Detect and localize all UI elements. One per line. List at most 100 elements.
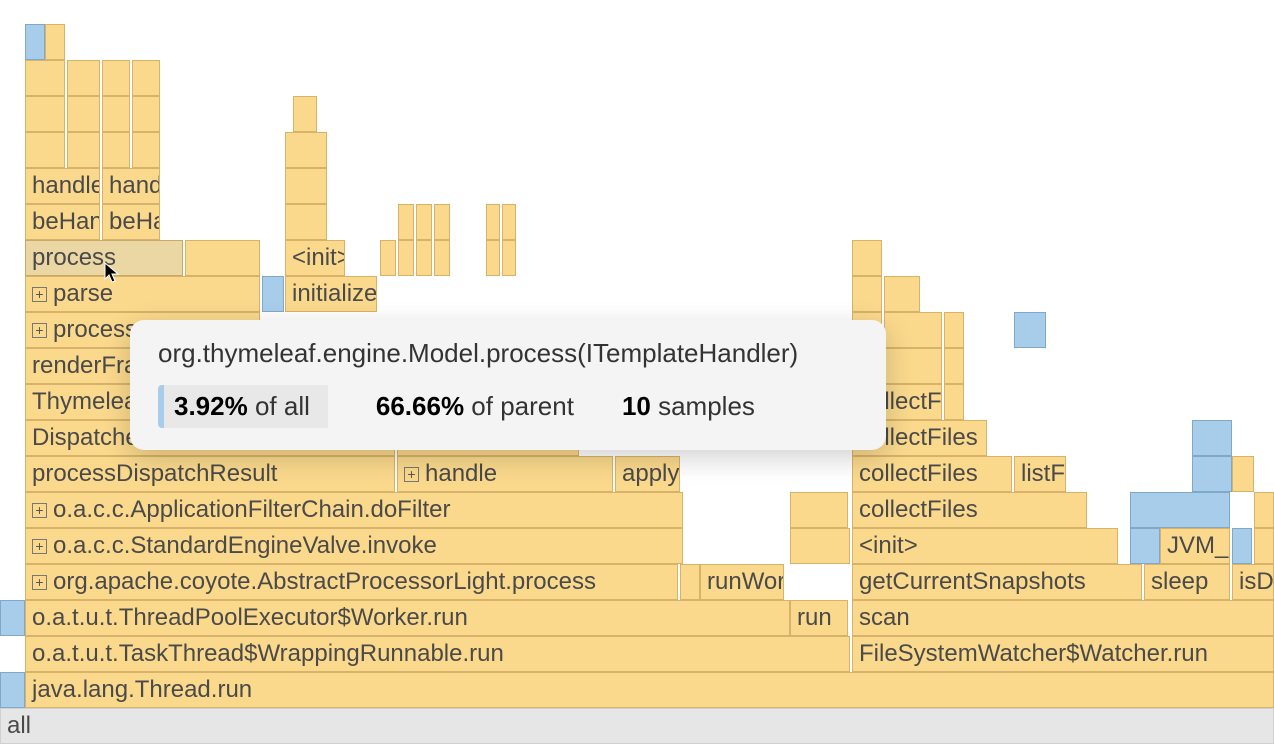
flame-frame[interactable] (1192, 456, 1232, 492)
flame-frame[interactable]: sleep (1144, 564, 1230, 600)
flame-frame[interactable] (1130, 528, 1160, 564)
flame-frame[interactable]: <init> (852, 528, 1118, 564)
flame-frame[interactable] (680, 564, 700, 600)
flame-frame[interactable]: getCurrentSnapshots (852, 564, 1142, 600)
frame-label: handle (109, 172, 160, 199)
frame-label: initializeFor (292, 280, 377, 307)
flame-frame[interactable] (944, 312, 964, 348)
frame-label: parse (53, 280, 113, 307)
flame-frame[interactable]: scan (852, 600, 1274, 636)
frame-label: applyDef (622, 460, 680, 487)
flame-frame[interactable]: java.lang.Thread.run (25, 672, 1274, 708)
flame-frame[interactable]: + parse (25, 276, 260, 312)
flame-frame[interactable] (1014, 312, 1046, 348)
frame-label: collectFiles (859, 460, 978, 487)
flame-frame[interactable] (1192, 420, 1232, 456)
flame-frame[interactable]: isDifferent (1232, 564, 1274, 600)
flame-frame[interactable] (0, 600, 25, 636)
flame-frame[interactable] (285, 168, 327, 204)
flame-frame[interactable]: applyDef (615, 456, 680, 492)
expand-icon[interactable]: + (32, 575, 47, 590)
flame-frame[interactable] (884, 276, 920, 312)
flame-frame[interactable]: + handle (397, 456, 613, 492)
flame-frame[interactable]: JVM_Sleep (1160, 528, 1230, 564)
flame-frame[interactable] (790, 528, 850, 564)
flame-frame[interactable]: <init> (285, 240, 345, 276)
flame-frame[interactable] (132, 132, 160, 168)
flame-frame[interactable]: o.a.t.u.t.ThreadPoolExecutor$Worker.run (25, 600, 790, 636)
flame-frame[interactable] (944, 384, 964, 420)
flame-frame[interactable]: beHandled (25, 204, 100, 240)
flame-frame[interactable] (790, 492, 848, 528)
flame-frame[interactable]: collectFiles (852, 456, 1012, 492)
frame-label: FileSystemWatcher$Watcher.run (859, 640, 1208, 667)
expand-icon[interactable]: + (404, 467, 419, 482)
frame-label: handle (425, 460, 497, 487)
frame-label: listFiles (1021, 460, 1066, 487)
flame-frame[interactable]: all (0, 708, 1274, 744)
flame-frame[interactable]: run (790, 600, 848, 636)
tooltip-percent-all: 3.92% of all (158, 385, 328, 428)
flame-frame[interactable] (102, 60, 130, 96)
flame-frame[interactable] (102, 96, 130, 132)
flame-frame[interactable] (1254, 492, 1274, 528)
flame-frame[interactable]: o.a.t.u.t.TaskThread$WrappingRunnable.ru… (25, 636, 850, 672)
flame-frame[interactable] (1254, 528, 1274, 564)
flame-frame[interactable] (944, 348, 964, 384)
flame-frame[interactable] (25, 24, 45, 60)
flame-frame[interactable] (0, 672, 25, 708)
flame-frame[interactable]: handle (102, 168, 160, 204)
flame-frame[interactable] (398, 204, 414, 240)
expand-icon[interactable]: + (32, 539, 47, 554)
flame-frame[interactable]: collectFiles (852, 492, 1087, 528)
flame-frame[interactable]: process (25, 240, 183, 276)
flame-frame[interactable]: initializeFor (285, 276, 377, 312)
flame-frame[interactable] (67, 132, 100, 168)
flame-frame[interactable]: processDispatchResult (25, 456, 395, 492)
flame-frame[interactable] (502, 204, 516, 240)
flame-frame[interactable] (285, 204, 327, 240)
expand-icon[interactable]: + (32, 287, 47, 302)
flame-frame[interactable]: beHandled (102, 204, 160, 240)
flame-frame[interactable]: +o.a.c.c.ApplicationFilterChain.doFilter (25, 492, 683, 528)
flame-frame[interactable]: FileSystemWatcher$Watcher.run (852, 636, 1274, 672)
flame-frame[interactable] (1232, 528, 1252, 564)
flame-frame[interactable] (380, 240, 396, 276)
flame-frame[interactable] (434, 240, 450, 276)
flame-frame[interactable]: handle (25, 168, 100, 204)
flame-frame[interactable] (102, 132, 130, 168)
flame-frame[interactable] (25, 60, 65, 96)
flame-frame[interactable] (132, 96, 160, 132)
flame-frame[interactable] (502, 240, 516, 276)
flame-frame[interactable] (398, 240, 414, 276)
flame-frame[interactable] (293, 96, 317, 132)
flame-frame[interactable] (285, 132, 327, 168)
expand-icon[interactable]: + (32, 323, 47, 338)
flame-frame[interactable]: listFiles (1014, 456, 1066, 492)
flame-frame[interactable] (25, 132, 65, 168)
flame-frame[interactable]: +org.apache.coyote.AbstractProcessorLigh… (25, 564, 678, 600)
flame-frame[interactable] (1130, 492, 1230, 528)
frame-label: process (53, 316, 137, 343)
flame-frame[interactable] (67, 60, 100, 96)
flame-frame[interactable] (884, 312, 942, 348)
flame-frame[interactable] (25, 96, 65, 132)
flame-frame[interactable] (416, 240, 432, 276)
flame-frame[interactable] (132, 60, 160, 96)
flame-frame[interactable]: +o.a.c.c.StandardEngineValve.invoke (25, 528, 683, 564)
flame-frame[interactable] (67, 96, 100, 132)
flame-frame[interactable] (486, 204, 500, 240)
flame-frame[interactable] (262, 276, 284, 312)
flame-frame[interactable] (434, 204, 450, 240)
flame-frame[interactable]: runWorker (700, 564, 784, 600)
flame-frame[interactable] (1232, 456, 1254, 492)
flame-frame[interactable] (416, 204, 432, 240)
expand-icon[interactable]: + (32, 503, 47, 518)
flame-frame[interactable] (486, 240, 500, 276)
flame-frame[interactable] (852, 276, 882, 312)
flame-frame[interactable] (185, 240, 260, 276)
flame-frame[interactable] (852, 240, 882, 276)
frame-label: sleep (1151, 568, 1208, 595)
flame-frame[interactable] (45, 24, 65, 60)
frame-label: process (32, 244, 116, 271)
